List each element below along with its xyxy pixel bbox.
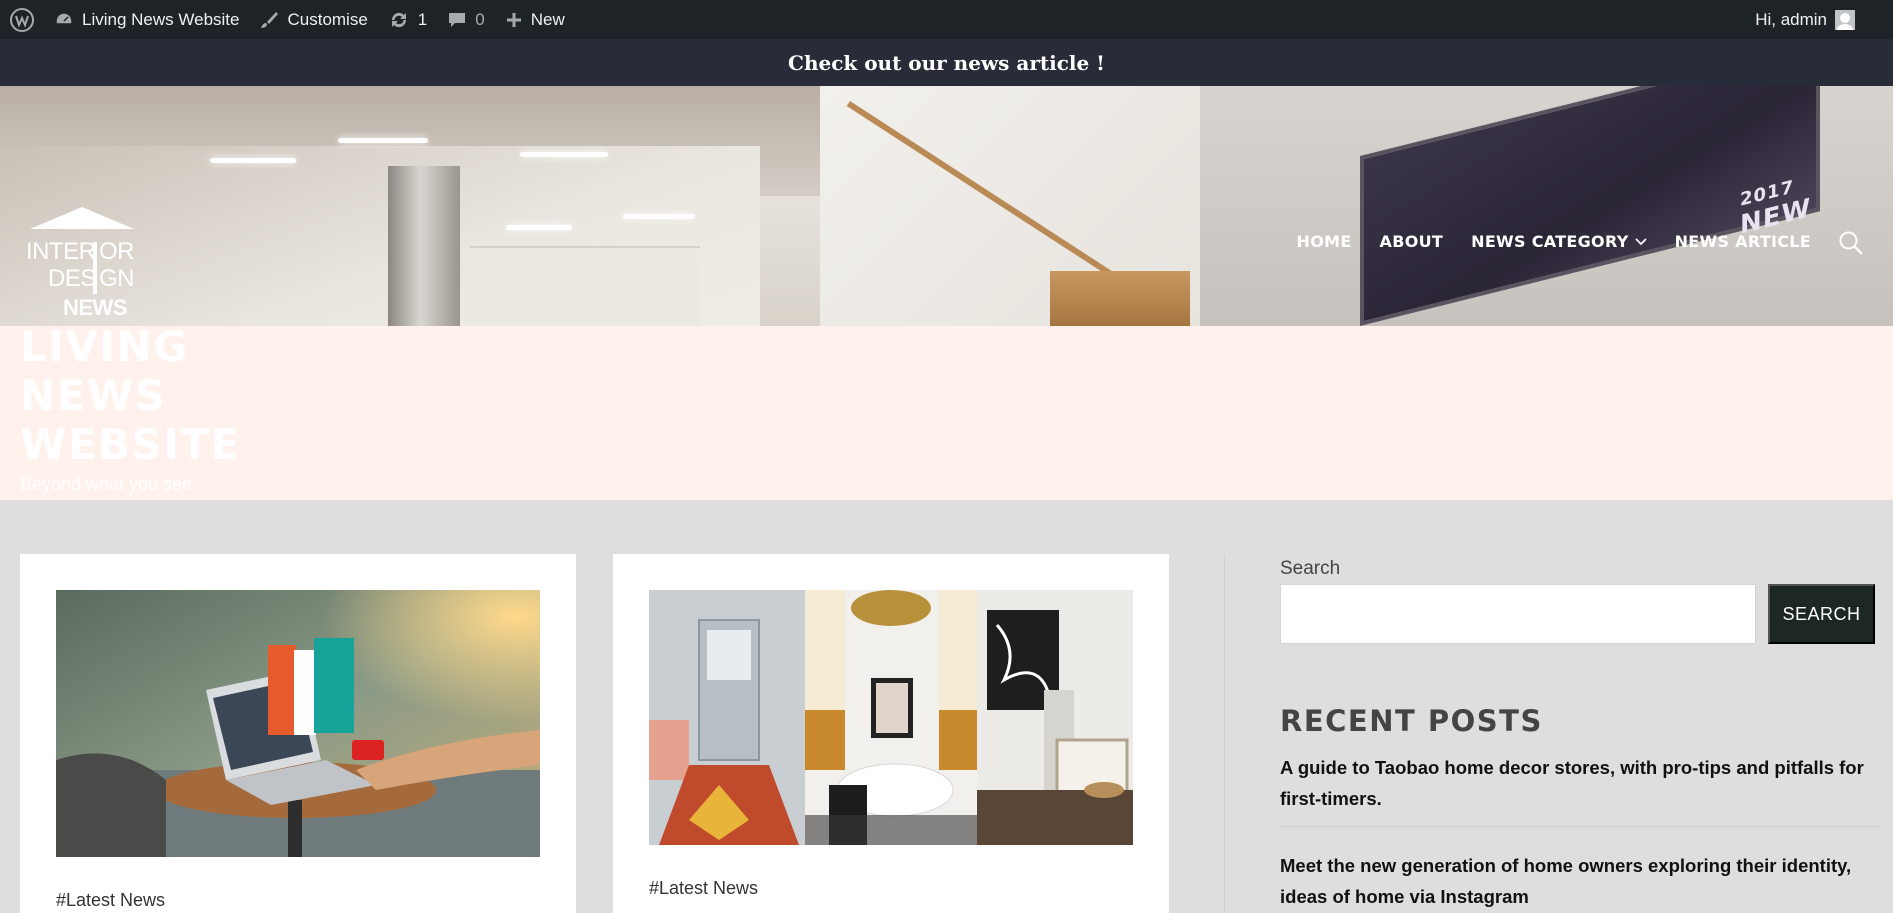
- post-category[interactable]: #Latest News: [649, 878, 758, 899]
- new-content-menu[interactable]: New: [495, 0, 575, 39]
- my-account-menu[interactable]: Hi, admin: [1755, 9, 1893, 30]
- post-card: #Latest News: [613, 554, 1169, 913]
- nav-item-about[interactable]: ABOUT: [1380, 232, 1444, 251]
- post-thumbnail-graphic: [56, 590, 540, 857]
- site-title[interactable]: LIVING NEWS WEBSITE: [20, 322, 241, 469]
- chevron-down-icon: [1634, 237, 1647, 245]
- logo-roof-shape: [30, 207, 134, 229]
- search-label: Search: [1280, 558, 1341, 579]
- kitchen-cabinets: [470, 246, 700, 326]
- wordpress-icon: [10, 7, 34, 32]
- logo-text-des: DES: [48, 265, 96, 292]
- recent-post-link[interactable]: A guide to Taobao home decor stores, wit…: [1280, 752, 1880, 814]
- logo-text-inter: INTER: [26, 238, 96, 265]
- updates-count: 1: [417, 9, 428, 29]
- admin-bar: Living News Website Customise 1 0 New Hi…: [0, 0, 1893, 39]
- site-name-menu[interactable]: Living News Website: [44, 0, 249, 39]
- nav-item-news-article[interactable]: NEWS ARTICLE: [1675, 232, 1811, 251]
- recent-post-link[interactable]: Meet the new generation of home owners e…: [1280, 850, 1880, 912]
- header-hero-image: 2017 NEW: [0, 86, 1893, 326]
- avatar: [1835, 9, 1855, 30]
- sidebar-divider: [1224, 554, 1225, 913]
- ceiling-light: [210, 158, 296, 163]
- logo-text-gn: GN: [99, 265, 135, 292]
- logo-text-or: OR: [99, 238, 135, 265]
- wordpress-menu[interactable]: [0, 0, 44, 39]
- comments-count: 0: [475, 9, 485, 29]
- post-thumbnail-interiors[interactable]: [649, 590, 1133, 845]
- wood-cabinet: [1050, 271, 1190, 326]
- post-thumbnail-shopping[interactable]: [56, 590, 540, 857]
- customise-label: Customise: [287, 9, 368, 29]
- ceiling-light: [506, 225, 572, 230]
- customise-link[interactable]: Customise: [249, 0, 377, 39]
- announcement-bar: Check out our news article !: [0, 39, 1893, 86]
- post-card: #Latest News: [20, 554, 576, 913]
- recent-post-separator: [1280, 826, 1880, 827]
- range-hood: [388, 166, 460, 326]
- dashboard-icon: [55, 11, 73, 25]
- ceiling-light: [520, 152, 608, 157]
- search-button[interactable]: SEARCH: [1768, 584, 1875, 644]
- announcement-text: Check out our news article !: [788, 50, 1105, 75]
- greeting-text: Hi, admin: [1755, 9, 1827, 29]
- comment-icon: [449, 12, 466, 27]
- plus-icon: [506, 12, 521, 27]
- site-title-line: WEBSITE: [20, 420, 241, 469]
- site-branding-band: [0, 326, 1893, 500]
- primary-navigation: HOME ABOUT NEWS CATEGORY NEWS ARTICLE: [1297, 232, 1812, 251]
- post-category[interactable]: #Latest News: [56, 890, 165, 911]
- search-icon: [1839, 231, 1863, 255]
- header-search-toggle[interactable]: [1838, 230, 1864, 256]
- comments-link[interactable]: 0: [437, 0, 494, 39]
- site-logo[interactable]: INTER OR DES GN NEWS: [26, 207, 136, 320]
- ceiling-light: [338, 138, 428, 143]
- recent-posts-heading: RECENT POSTS: [1280, 704, 1543, 738]
- nav-item-news-category[interactable]: NEWS CATEGORY: [1471, 232, 1647, 251]
- brush-icon: [261, 11, 279, 28]
- updates-icon: [391, 12, 406, 27]
- updates-link[interactable]: 1: [378, 0, 437, 39]
- nav-label: ABOUT: [1379, 232, 1444, 251]
- site-title-line: LIVING: [20, 322, 190, 371]
- new-label: New: [530, 9, 565, 29]
- site-tagline: Beyond what you see: [20, 474, 193, 494]
- site-title-line: NEWS: [20, 371, 167, 420]
- logo-bar-shape: [93, 242, 97, 294]
- search-input[interactable]: [1280, 584, 1756, 644]
- ceiling-light: [623, 214, 695, 219]
- nav-item-home[interactable]: HOME: [1297, 232, 1352, 251]
- nav-label: NEWS CATEGORY: [1471, 232, 1629, 251]
- post-thumbnail-graphic: [649, 590, 1133, 845]
- logo-text-news: NEWS: [63, 295, 128, 320]
- nav-label: NEWS ARTICLE: [1674, 232, 1811, 251]
- site-name-label: Living News Website: [82, 9, 240, 29]
- nav-label: HOME: [1296, 232, 1352, 251]
